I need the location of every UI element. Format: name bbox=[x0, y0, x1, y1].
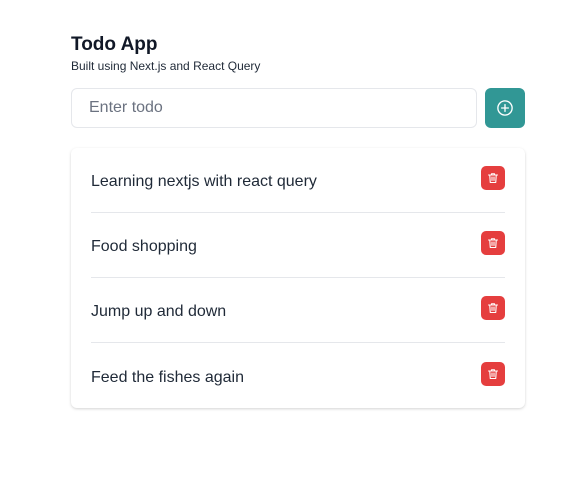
trash-icon bbox=[487, 303, 499, 314]
trash-icon bbox=[487, 173, 499, 184]
page-subtitle: Built using Next.js and React Query bbox=[71, 59, 261, 73]
delete-todo-button[interactable] bbox=[481, 231, 505, 255]
delete-todo-button[interactable] bbox=[481, 361, 505, 386]
todo-input-row bbox=[71, 88, 525, 128]
trash-icon bbox=[487, 238, 499, 249]
delete-todo-button[interactable] bbox=[481, 296, 505, 320]
todo-item: Food shopping bbox=[91, 213, 505, 278]
todo-input[interactable] bbox=[71, 88, 477, 128]
trash-icon bbox=[487, 368, 499, 379]
todo-list: Learning nextjs with react query Food sh… bbox=[71, 148, 525, 408]
page-title: Todo App bbox=[71, 34, 158, 55]
plus-circle-icon bbox=[497, 100, 513, 116]
todo-item-text: Food shopping bbox=[91, 238, 197, 255]
todo-item-text: Learning nextjs with react query bbox=[91, 173, 317, 190]
todo-item-text: Jump up and down bbox=[91, 303, 227, 320]
add-todo-button[interactable] bbox=[485, 88, 525, 128]
delete-todo-button[interactable] bbox=[481, 166, 505, 190]
todo-item: Learning nextjs with react query bbox=[91, 148, 505, 213]
todo-item-text: Feed the fishes again bbox=[91, 368, 244, 386]
todo-item: Feed the fishes again bbox=[91, 343, 505, 408]
todo-app: Todo App Built using Next.js and React Q… bbox=[71, 34, 525, 408]
todo-item: Jump up and down bbox=[91, 278, 505, 343]
